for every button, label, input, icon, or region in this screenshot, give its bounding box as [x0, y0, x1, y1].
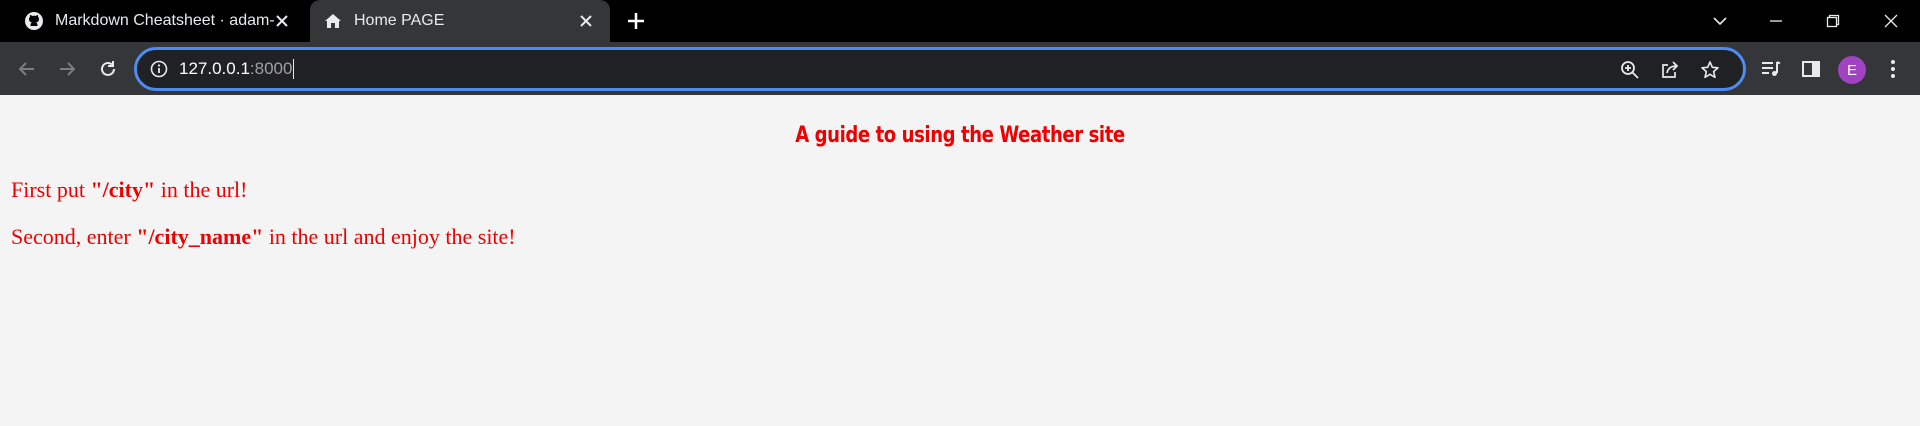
route-code: "/city"	[90, 177, 156, 202]
plus-icon	[628, 13, 644, 29]
browser-toolbar: 127.0.0.1:8000 E	[0, 42, 1920, 95]
zoom-icon[interactable]	[1618, 58, 1642, 82]
home-icon	[323, 11, 343, 31]
media-playlist-icon	[1762, 61, 1781, 76]
close-tab-icon[interactable]	[272, 11, 292, 31]
side-panel-icon	[1802, 61, 1820, 77]
route-code: "/city_name"	[136, 224, 264, 249]
share-icon[interactable]	[1658, 58, 1682, 82]
page-content: A guide to using the Weather site First …	[0, 95, 1920, 426]
reload-icon	[101, 61, 115, 76]
address-bar[interactable]: 127.0.0.1:8000	[134, 47, 1746, 91]
close-tab-icon[interactable]	[576, 11, 596, 31]
tab-search-button[interactable]	[1706, 7, 1734, 35]
close-window-button[interactable]	[1877, 7, 1905, 35]
bookmark-star-icon[interactable]	[1698, 58, 1722, 82]
text-caret	[293, 59, 295, 79]
instruction-line-2: Second, enter "/city_name" in the url an…	[11, 224, 516, 250]
line-text: in the url and enjoy the site!	[263, 224, 516, 249]
restore-button[interactable]	[1819, 7, 1847, 35]
tab-markdown-cheatsheet[interactable]: Markdown Cheatsheet · adam-p/	[0, 0, 306, 42]
tab-title: Home PAGE	[354, 12, 445, 29]
line-text: First put	[11, 177, 91, 202]
browser-menu-button[interactable]	[1878, 54, 1908, 84]
profile-avatar[interactable]: E	[1838, 56, 1866, 84]
tab-home-page[interactable]: Home PAGE	[310, 0, 610, 42]
forward-button[interactable]	[52, 54, 82, 84]
tab-strip: Markdown Cheatsheet · adam-p/ Home PAGE	[0, 0, 1920, 42]
line-text: Second, enter	[11, 224, 137, 249]
line-text: in the url!	[155, 177, 248, 202]
reading-list-button[interactable]	[1756, 54, 1786, 84]
restore-icon	[1826, 14, 1840, 28]
new-tab-button[interactable]	[624, 9, 648, 33]
arrow-right-icon	[60, 62, 76, 76]
url-host: 127.0.0.1	[179, 59, 250, 78]
site-info-icon[interactable]	[149, 59, 169, 79]
github-icon	[24, 11, 44, 31]
side-panel-button[interactable]	[1796, 54, 1826, 84]
instruction-line-1: First put "/city" in the url!	[11, 177, 247, 203]
minimize-button[interactable]	[1762, 7, 1790, 35]
tab-title: Markdown Cheatsheet · adam-p/	[55, 12, 275, 29]
page-heading: A guide to using the Weather site	[795, 123, 1125, 148]
more-vertical-icon	[1891, 60, 1895, 78]
arrow-left-icon	[18, 62, 34, 76]
address-bar-url[interactable]: 127.0.0.1:8000	[179, 59, 295, 79]
reload-button[interactable]	[93, 54, 123, 84]
minimize-icon	[1770, 20, 1782, 22]
chevron-down-icon	[1713, 17, 1727, 26]
url-port: :8000	[249, 59, 293, 78]
close-icon	[1884, 14, 1898, 28]
back-button[interactable]	[12, 54, 42, 84]
